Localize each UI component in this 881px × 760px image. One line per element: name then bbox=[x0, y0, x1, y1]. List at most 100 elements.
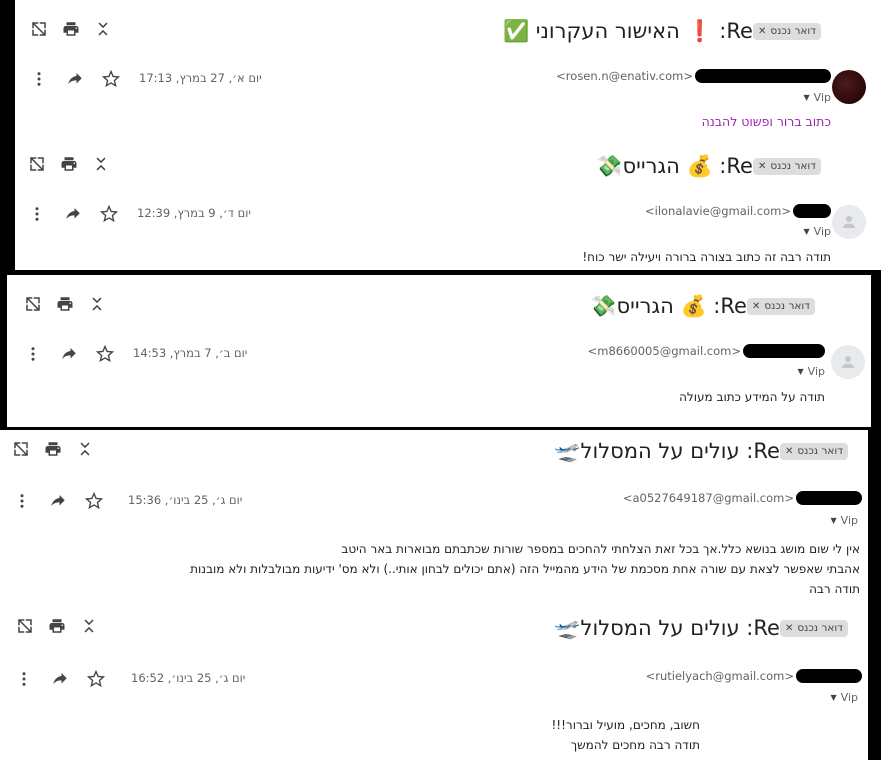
vip-label: Vip bbox=[807, 365, 825, 378]
vip-label: Vip bbox=[840, 691, 858, 704]
star-icon[interactable] bbox=[91, 202, 127, 226]
print-icon[interactable] bbox=[37, 436, 69, 462]
email-body: תודה על המידע כתוב מעולה bbox=[679, 387, 825, 407]
caret-down-icon: ▼ bbox=[803, 227, 810, 236]
email-body-line: תודה על המידע כתוב מעולה bbox=[679, 390, 825, 404]
collapse-all-icon[interactable] bbox=[81, 291, 113, 317]
person-icon bbox=[843, 216, 855, 228]
caret-down-icon: ▼ bbox=[797, 367, 804, 376]
open-in-new-window-icon[interactable] bbox=[23, 16, 55, 42]
chip-label: דואר נכנס bbox=[797, 444, 843, 457]
sender-email: <rosen.n@enativ.com> bbox=[556, 69, 693, 83]
redacted-sender-name bbox=[796, 491, 862, 505]
inbox-label-chip[interactable]: דואר נכנס ✕ bbox=[779, 442, 848, 460]
open-in-new-window-icon[interactable] bbox=[9, 613, 41, 639]
more-options-icon[interactable] bbox=[19, 202, 55, 226]
sender-avatar[interactable] bbox=[832, 70, 866, 104]
email-date: יום ג׳, 25 בינו׳, 16:52 bbox=[131, 671, 246, 685]
print-icon[interactable] bbox=[49, 291, 81, 317]
sender-avatar[interactable] bbox=[832, 205, 866, 239]
vip-dropdown[interactable]: ▼ Vip bbox=[804, 91, 831, 104]
redacted-sender-name bbox=[796, 669, 862, 683]
open-in-new-window-icon[interactable] bbox=[17, 291, 49, 317]
chip-label: דואר נכנס bbox=[797, 621, 843, 634]
open-in-new-window-icon[interactable] bbox=[21, 151, 53, 177]
forward-icon[interactable] bbox=[42, 667, 78, 691]
print-icon[interactable] bbox=[53, 151, 85, 177]
collapse-all-icon[interactable] bbox=[87, 16, 119, 42]
inbox-label-chip[interactable]: דואר נכנס ✕ bbox=[746, 297, 815, 315]
thread-toolbar bbox=[23, 16, 119, 42]
caret-down-icon: ▼ bbox=[830, 693, 837, 702]
forward-icon[interactable] bbox=[57, 67, 93, 91]
vip-dropdown[interactable]: ▼ Vip bbox=[804, 225, 831, 238]
forward-icon[interactable] bbox=[51, 342, 87, 366]
message-actions bbox=[15, 342, 123, 366]
email-thread-5: Re: עולים על המסלול🛫 דואר נכנס ✕ יום ג׳, … bbox=[0, 605, 868, 760]
sender-email: <a0527649187@gmail.com> bbox=[622, 491, 794, 505]
chip-label: דואר נכנס bbox=[770, 24, 816, 37]
remove-label-icon[interactable]: ✕ bbox=[752, 298, 760, 315]
vip-label: Vip bbox=[813, 225, 831, 238]
caret-down-icon: ▼ bbox=[803, 93, 810, 102]
sender-email: <m8660005@gmail.com> bbox=[587, 344, 741, 358]
email-body-line: אהבתי שאפשר לצאת עם שורה אחת מסכמת של הי… bbox=[190, 562, 860, 576]
star-icon[interactable] bbox=[78, 667, 114, 691]
email-body-line: חשוב, מחכים, מועיל וברור!!! bbox=[551, 718, 701, 732]
vip-dropdown[interactable]: ▼ Vip bbox=[831, 691, 858, 704]
email-subject: Re: 💰 הגרייס💸 bbox=[590, 294, 747, 318]
email-date: יום ד׳, 9 במרץ, 12:39 bbox=[137, 206, 251, 220]
vip-dropdown[interactable]: ▼ Vip bbox=[798, 365, 825, 378]
more-options-icon[interactable] bbox=[15, 342, 51, 366]
star-icon[interactable] bbox=[93, 67, 129, 91]
remove-label-icon[interactable]: ✕ bbox=[758, 158, 766, 175]
email-body: אין לי שום מושג בנושא כלל.אך בכל זאת הצל… bbox=[190, 539, 860, 599]
forward-icon[interactable] bbox=[55, 202, 91, 226]
sender-email: <rutielyach@gmail.com> bbox=[645, 669, 794, 683]
more-options-icon[interactable] bbox=[4, 489, 40, 513]
email-subject: Re: עולים על המסלול🛫 bbox=[554, 616, 780, 640]
email-date: יום ב׳, 7 במרץ, 14:53 bbox=[133, 346, 248, 360]
caret-down-icon: ▼ bbox=[830, 516, 837, 525]
remove-label-icon[interactable]: ✕ bbox=[785, 443, 793, 460]
sender-info[interactable]: <rutielyach@gmail.com> bbox=[646, 669, 862, 683]
email-thread-3: Re: 💰 הגרייס💸 דואר נכנס ✕ יום ב׳, 7 במרץ,… bbox=[7, 275, 871, 427]
email-body-line: תודה רבה זה כתוב בצורה ברורה ויעילה ישר … bbox=[582, 250, 831, 264]
star-icon[interactable] bbox=[76, 489, 112, 513]
inbox-label-chip[interactable]: דואר נכנס ✕ bbox=[779, 619, 848, 637]
collapse-all-icon[interactable] bbox=[85, 151, 117, 177]
sender-avatar[interactable] bbox=[831, 345, 865, 379]
email-body-line: אין לי שום מושג בנושא כלל.אך בכל זאת הצל… bbox=[341, 542, 860, 556]
star-icon[interactable] bbox=[87, 342, 123, 366]
email-subject: Re: ❗ האישור העקרוני ✅ bbox=[502, 19, 753, 43]
inbox-label-chip[interactable]: דואר נכנס ✕ bbox=[752, 22, 821, 40]
thread-toolbar bbox=[9, 613, 105, 639]
email-thread-2: Re: 💰 הגרייס💸 דואר נכנס ✕ יום ד׳, 9 במרץ,… bbox=[15, 137, 881, 270]
thread-toolbar bbox=[17, 291, 113, 317]
collapse-all-icon[interactable] bbox=[69, 436, 101, 462]
thread-toolbar bbox=[5, 436, 101, 462]
email-body-line: תודה רבה bbox=[809, 582, 860, 596]
collapse-all-icon[interactable] bbox=[73, 613, 105, 639]
email-body: חשוב, מחכים, מועיל וברור!!! תודה רבה מחכ… bbox=[552, 715, 701, 755]
email-subject: Re: 💰 הגרייס💸 bbox=[596, 154, 753, 178]
more-options-icon[interactable] bbox=[6, 667, 42, 691]
email-date: יום א׳, 27 במרץ, 17:13 bbox=[139, 71, 262, 85]
more-options-icon[interactable] bbox=[21, 67, 57, 91]
email-body: תודה רבה זה כתוב בצורה ברורה ויעילה ישר … bbox=[582, 247, 831, 267]
sender-info[interactable]: <m8660005@gmail.com> bbox=[588, 344, 825, 358]
forward-icon[interactable] bbox=[40, 489, 76, 513]
sender-info[interactable]: <ilonalavie@gmail.com> bbox=[645, 204, 831, 218]
remove-label-icon[interactable]: ✕ bbox=[785, 620, 793, 637]
sender-info[interactable]: <a0527649187@gmail.com> bbox=[623, 491, 862, 505]
print-icon[interactable] bbox=[55, 16, 87, 42]
inbox-label-chip[interactable]: דואר נכנס ✕ bbox=[752, 157, 821, 175]
vip-dropdown[interactable]: ▼ Vip bbox=[831, 514, 858, 527]
print-icon[interactable] bbox=[41, 613, 73, 639]
redacted-sender-name bbox=[743, 344, 825, 358]
message-actions bbox=[4, 489, 112, 513]
email-body-line: כתוב ברור ופשוט להבנה bbox=[701, 114, 831, 129]
remove-label-icon[interactable]: ✕ bbox=[758, 23, 766, 40]
sender-info[interactable]: <rosen.n@enativ.com> bbox=[556, 69, 831, 83]
open-in-new-window-icon[interactable] bbox=[5, 436, 37, 462]
